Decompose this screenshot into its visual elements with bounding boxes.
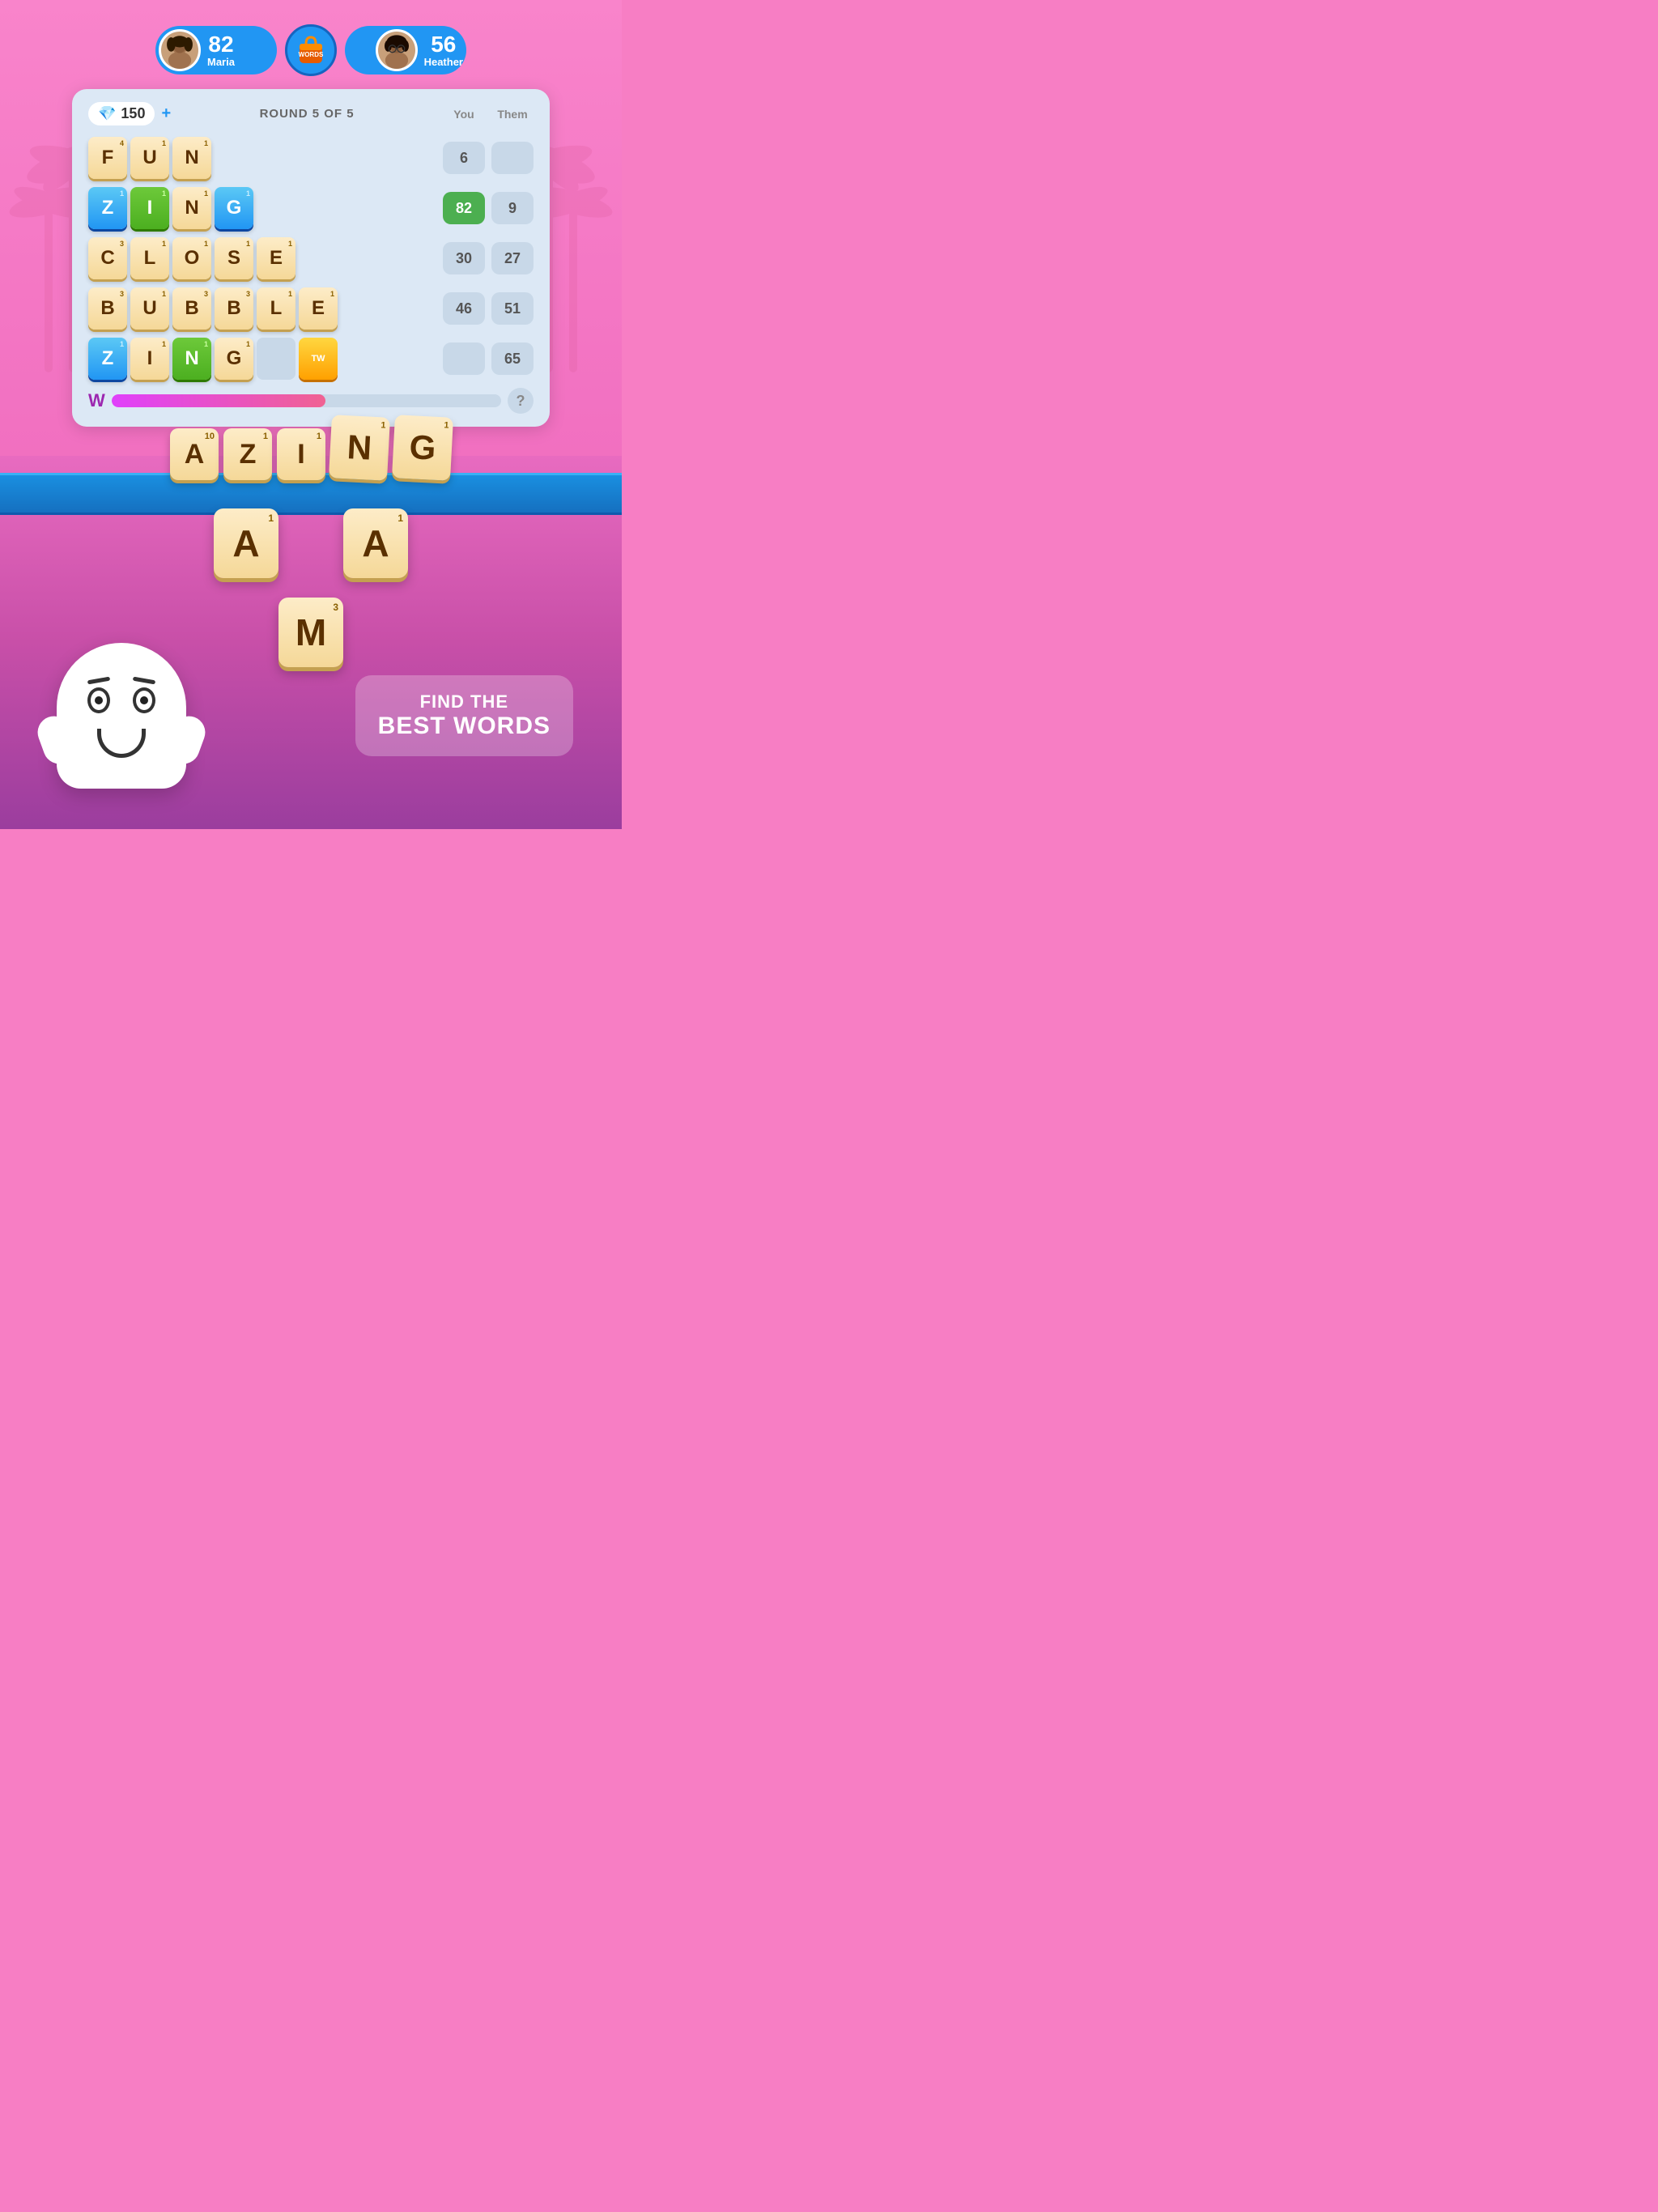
board-header: 💎 150 + ROUND 5 OF 5 You Them <box>88 102 534 125</box>
score-them-5: 65 <box>491 342 534 375</box>
score-them-3: 27 <box>491 242 534 274</box>
speech-bubble: FIND THE BEST WORDS <box>355 675 573 756</box>
score-you-2: 82 <box>443 192 485 224</box>
gem-count: 150 <box>121 105 145 122</box>
tile-N3-green[interactable]: 1N <box>172 338 211 380</box>
score-header: 82 Maria WORDS 56 Heather <box>100 24 521 76</box>
you-column-header: You <box>443 108 485 121</box>
svg-text:WORDS: WORDS <box>299 51 324 58</box>
m-tile-points: 3 <box>333 602 338 613</box>
bottom-tile-M[interactable]: 3 M <box>278 598 343 667</box>
bottom-letter-tiles: 1 A 1 A <box>214 508 408 578</box>
tile-L[interactable]: 1L <box>130 237 169 279</box>
tile-G2[interactable]: 1G <box>215 338 253 380</box>
left-player-avatar <box>159 29 201 71</box>
ghost-eyebrow-left <box>87 677 110 685</box>
floating-tile-Z[interactable]: 1 Z <box>223 428 272 480</box>
add-gems-button[interactable]: + <box>161 104 171 123</box>
score-column-headers: You Them <box>443 108 534 121</box>
word-row-3: 3C 1L 1O 1S 1E 30 27 <box>88 237 534 279</box>
tile-B3[interactable]: 3B <box>215 287 253 330</box>
score-them-1 <box>491 142 534 174</box>
floating-tile-N[interactable]: 1 N <box>329 415 390 481</box>
timer-w-label: W <box>88 390 105 411</box>
tile-C[interactable]: 3C <box>88 237 127 279</box>
center-bag-icon: WORDS <box>285 24 337 76</box>
left-player-score: 82 Maria <box>155 26 277 74</box>
tile-N2[interactable]: 1N <box>172 187 211 229</box>
right-score-info: 56 Heather <box>424 33 463 68</box>
ghost-mascot <box>49 643 194 805</box>
right-player-avatar <box>376 29 418 71</box>
tile-U[interactable]: 1U <box>130 137 169 179</box>
timer-row: W ? <box>88 388 534 414</box>
word-tiles-4: 3B 1U 3B 3B 1L 1E <box>88 287 436 330</box>
floating-word-azinga: 10 A 1 Z 1 I 1 N 1 G <box>170 423 452 486</box>
ghost-pupil-right <box>140 696 148 704</box>
ghost-eye-right <box>133 687 155 713</box>
word-row-1: 4F 1U 1N 6 <box>88 137 534 179</box>
floating-tile-G[interactable]: 1 G <box>392 415 453 481</box>
tile-F[interactable]: 4F <box>88 137 127 179</box>
timer-bar-fill <box>112 394 326 407</box>
speech-line-1: FIND THE <box>378 691 551 713</box>
gem-icon: 💎 <box>98 105 116 122</box>
tile-I2[interactable]: 1I <box>130 338 169 380</box>
right-score-number: 56 <box>431 33 456 56</box>
tile-empty-1 <box>257 338 295 380</box>
tile-I-green[interactable]: 1I <box>130 187 169 229</box>
score-you-4: 46 <box>443 292 485 325</box>
ghost-eye-left <box>87 687 110 713</box>
tile-B1[interactable]: 3B <box>88 287 127 330</box>
timer-bar-background <box>112 394 501 407</box>
tile-B2[interactable]: 3B <box>172 287 211 330</box>
ghost-pupil-left <box>95 696 103 704</box>
floating-tile-A[interactable]: 10 A <box>170 428 219 480</box>
score-you-3: 30 <box>443 242 485 274</box>
tile-Z[interactable]: 1Z <box>88 187 127 229</box>
score-you-5 <box>443 342 485 375</box>
right-player-name: Heather <box>424 56 463 68</box>
round-indicator: ROUND 5 OF 5 <box>177 107 436 121</box>
word-row-2: 1Z 1I 1N 1G 82 9 <box>88 187 534 229</box>
ghost-eyebrow-right <box>133 677 155 685</box>
tile-S[interactable]: 1S <box>215 237 253 279</box>
right-player-score: 56 Heather <box>345 26 466 74</box>
word-tiles-2: 1Z 1I 1N 1G <box>88 187 436 229</box>
bottom-tile-A2[interactable]: 1 A <box>343 508 408 578</box>
score-them-4: 51 <box>491 292 534 325</box>
tile-O[interactable]: 1O <box>172 237 211 279</box>
word-row-5: 1Z 1I 1N 1G TW 65 <box>88 338 534 380</box>
tile-U2[interactable]: 1U <box>130 287 169 330</box>
word-tiles-1: 4F 1U 1N <box>88 137 436 179</box>
tile-L2[interactable]: 1L <box>257 287 295 330</box>
score-them-2: 9 <box>491 192 534 224</box>
m-tile-letter: M <box>295 614 326 651</box>
word-tiles-3: 3C 1L 1O 1S 1E <box>88 237 436 279</box>
game-board: 💎 150 + ROUND 5 OF 5 You Them 4F 1U 1N 6… <box>72 89 550 427</box>
gem-score-container: 💎 150 <box>88 102 155 125</box>
them-column-header: Them <box>491 108 534 121</box>
bottom-tile-A1[interactable]: 1 A <box>214 508 278 578</box>
help-button[interactable]: ? <box>508 388 534 414</box>
word-tiles-5: 1Z 1I 1N 1G TW <box>88 338 436 380</box>
word-row-4: 3B 1U 3B 3B 1L 1E 46 51 <box>88 287 534 330</box>
tile-Z2[interactable]: 1Z <box>88 338 127 380</box>
tile-E[interactable]: 1E <box>257 237 295 279</box>
tile-G[interactable]: 1G <box>215 187 253 229</box>
floating-tile-I[interactable]: 1 I <box>277 428 325 480</box>
ghost-body <box>57 643 186 789</box>
speech-line-2: BEST WORDS <box>378 713 551 740</box>
ghost-mouth <box>97 729 146 758</box>
left-score-number: 82 <box>208 33 233 56</box>
score-you-1: 6 <box>443 142 485 174</box>
tile-N[interactable]: 1N <box>172 137 211 179</box>
tile-tw: TW <box>299 338 338 380</box>
left-score-info: 82 Maria <box>207 33 235 68</box>
left-player-name: Maria <box>207 56 235 68</box>
tile-E2[interactable]: 1E <box>299 287 338 330</box>
